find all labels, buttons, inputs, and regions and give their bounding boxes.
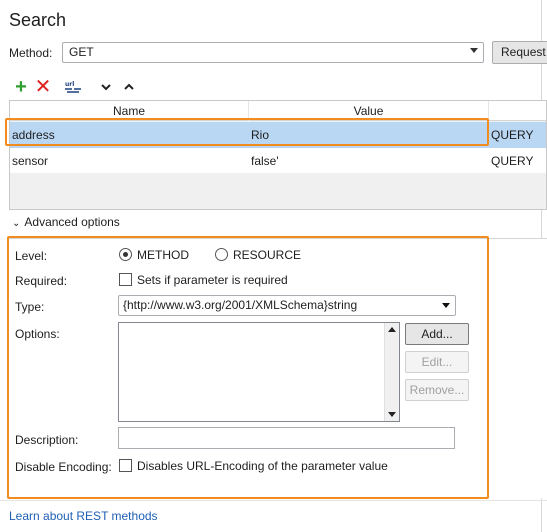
required-checkbox-text: Sets if parameter is required bbox=[137, 273, 288, 287]
divider bbox=[0, 500, 547, 501]
checkbox-box-icon bbox=[119, 459, 132, 472]
param-name-cell[interactable]: sensor bbox=[10, 148, 249, 174]
plus-icon[interactable]: + bbox=[12, 77, 30, 97]
level-label: Level: bbox=[15, 249, 48, 263]
scroll-down-arrow-icon[interactable] bbox=[388, 412, 396, 417]
level-resource-radio[interactable]: RESOURCE bbox=[215, 248, 301, 262]
svg-text:url: url bbox=[65, 81, 74, 88]
options-listbox[interactable] bbox=[118, 322, 400, 422]
url-encode-icon[interactable]: url bbox=[62, 78, 84, 96]
double-chevron-down-icon: ⌄ bbox=[12, 218, 21, 229]
request-button[interactable]: Request bbox=[492, 41, 547, 64]
advanced-options-toggle[interactable]: ⌄ Advanced options bbox=[12, 215, 120, 229]
required-label: Required: bbox=[15, 274, 68, 288]
table-header: Name Value bbox=[10, 101, 546, 121]
delete-x-icon[interactable]: ✕ bbox=[34, 77, 52, 97]
page-title: Search bbox=[9, 10, 67, 30]
parameters-table[interactable]: Name Value address Rio QUERY sensor fals… bbox=[9, 100, 547, 210]
param-value-cell[interactable]: Rio bbox=[249, 122, 489, 148]
level-resource-text: RESOURCE bbox=[233, 248, 302, 262]
dropdown-arrow-icon bbox=[442, 303, 450, 308]
type-label: Type: bbox=[15, 300, 45, 314]
column-header-name[interactable]: Name bbox=[10, 101, 249, 121]
type-select[interactable]: {http://www.w3.org/2001/XMLSchema}string bbox=[118, 295, 456, 316]
description-label: Description: bbox=[15, 433, 79, 447]
checkbox-box-icon bbox=[119, 273, 132, 286]
level-method-text: METHOD bbox=[137, 248, 189, 262]
advanced-options-label: Advanced options bbox=[24, 215, 120, 229]
description-input[interactable] bbox=[118, 427, 455, 449]
table-row[interactable]: sensor false' QUERY bbox=[10, 148, 546, 174]
disable-encoding-label: Disable Encoding: bbox=[15, 460, 112, 474]
type-value: {http://www.w3.org/2001/XMLSchema}string bbox=[123, 298, 358, 312]
options-label: Options: bbox=[15, 327, 60, 341]
add-option-button[interactable]: Add... bbox=[405, 323, 469, 345]
level-method-radio[interactable]: METHOD bbox=[119, 248, 189, 262]
param-style-cell[interactable]: QUERY bbox=[489, 122, 546, 148]
chevron-down-icon[interactable] bbox=[97, 78, 115, 96]
radio-unselected-icon bbox=[215, 248, 228, 261]
disable-encoding-checkbox[interactable]: Disables URL-Encoding of the parameter v… bbox=[119, 459, 388, 473]
method-label: Method: bbox=[9, 46, 53, 60]
param-value-cell[interactable]: false' bbox=[249, 148, 489, 174]
options-scrollbar[interactable] bbox=[384, 323, 399, 421]
chevron-up-icon[interactable] bbox=[120, 78, 138, 96]
radio-selected-icon bbox=[119, 248, 132, 261]
param-style-cell[interactable]: QUERY bbox=[489, 148, 546, 174]
remove-option-button[interactable]: Remove... bbox=[405, 379, 469, 401]
disable-encoding-checkbox-text: Disables URL-Encoding of the parameter v… bbox=[137, 459, 388, 473]
table-row[interactable]: address Rio QUERY bbox=[10, 122, 546, 148]
learn-rest-link[interactable]: Learn about REST methods bbox=[9, 509, 158, 523]
scroll-up-arrow-icon[interactable] bbox=[388, 327, 396, 332]
required-checkbox[interactable]: Sets if parameter is required bbox=[119, 273, 288, 287]
param-name-cell[interactable]: address bbox=[10, 122, 249, 148]
method-select[interactable]: GET bbox=[62, 42, 484, 63]
column-header-value[interactable]: Value bbox=[249, 101, 489, 121]
method-value: GET bbox=[69, 45, 94, 59]
dropdown-arrow-icon bbox=[470, 48, 478, 53]
edit-option-button[interactable]: Edit... bbox=[405, 351, 469, 373]
